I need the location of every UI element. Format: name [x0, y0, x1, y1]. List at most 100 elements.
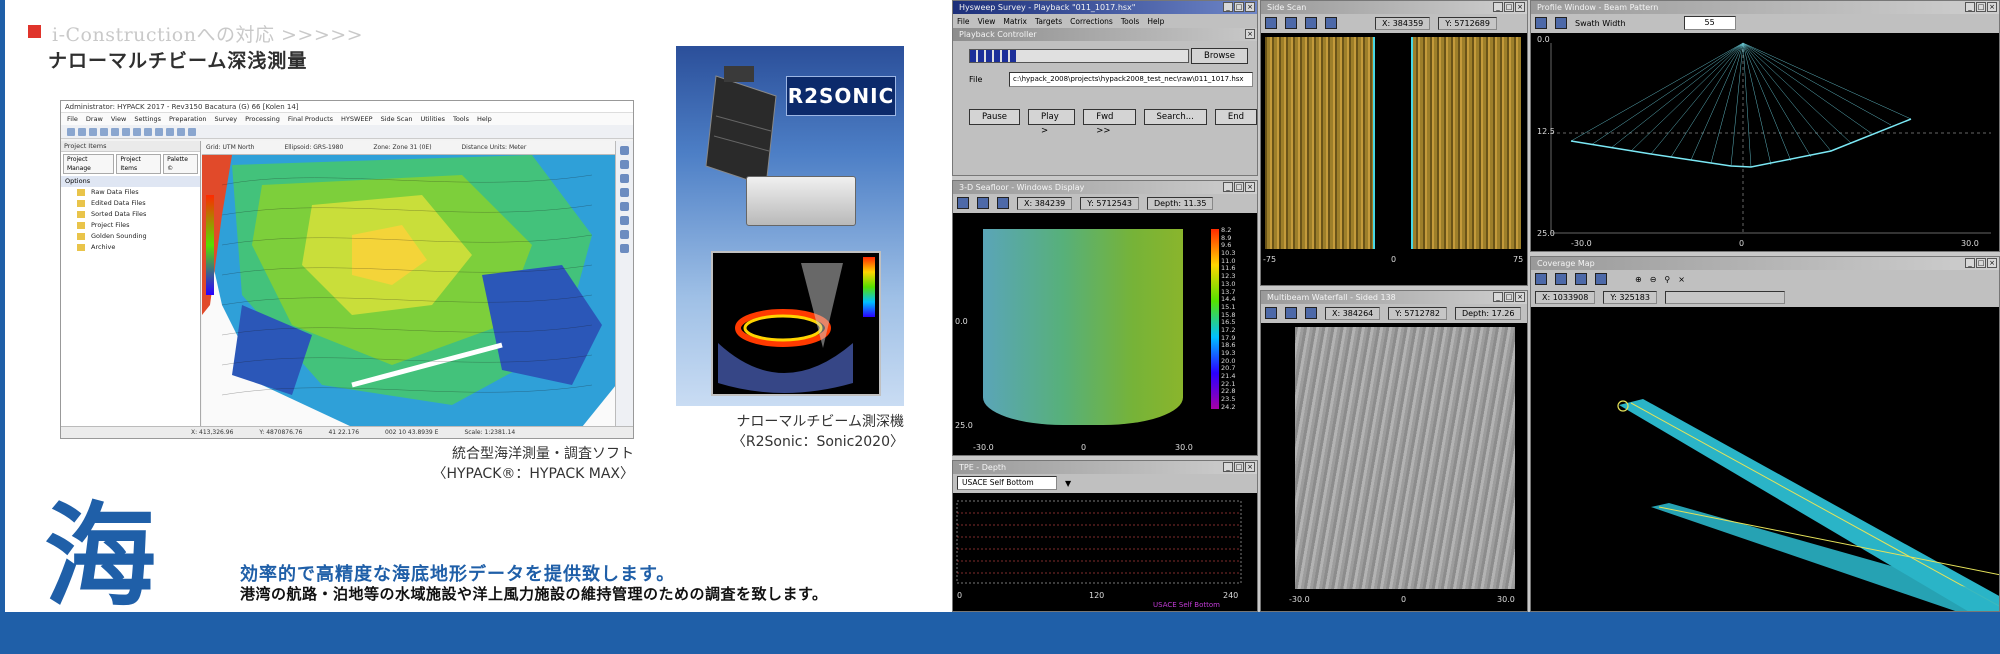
tree-item-edited-data[interactable]: Edited Data Files — [61, 198, 200, 209]
tool-icon[interactable] — [1265, 307, 1277, 319]
menu-item-utilities[interactable]: Utilities — [421, 113, 445, 125]
options-dropdown[interactable]: Options — [61, 176, 200, 187]
zoom-in-icon[interactable]: ⊕ — [1635, 275, 1642, 284]
toolbar-icon[interactable] — [144, 127, 152, 136]
minimize-icon[interactable]: _ — [1965, 258, 1975, 268]
tree-item-sorted-data[interactable]: Sorted Data Files — [61, 209, 200, 220]
maximize-icon[interactable]: □ — [1504, 2, 1514, 12]
menu-targets[interactable]: Targets — [1035, 17, 1062, 26]
camera-icon[interactable] — [1305, 17, 1317, 29]
tab-project-items[interactable]: Project Items — [116, 154, 162, 174]
close-icon[interactable]: × — [1987, 258, 1997, 268]
menu-item-hysweep[interactable]: HYSWEEP — [341, 113, 373, 125]
tool-icon[interactable] — [1535, 17, 1547, 29]
toolbar-icon[interactable] — [166, 127, 174, 136]
menu-matrix[interactable]: Matrix — [1003, 17, 1027, 26]
menu-help[interactable]: Help — [1147, 17, 1164, 26]
tree-item-golden-sounding[interactable]: Golden Sounding — [61, 231, 200, 242]
menu-tools[interactable]: Tools — [1121, 17, 1139, 26]
menu-item-survey[interactable]: Survey — [215, 113, 238, 125]
select-icon[interactable] — [620, 188, 629, 197]
tab-palette[interactable]: Palette © — [163, 154, 198, 174]
menu-item-view[interactable]: View — [111, 113, 126, 125]
zoom-out-icon[interactable]: ⊖ — [1650, 275, 1657, 284]
coverage-plot[interactable] — [1531, 307, 1999, 611]
menu-item-side-scan[interactable]: Side Scan — [381, 113, 413, 125]
minimize-icon[interactable]: _ — [1223, 462, 1233, 472]
toolbar-icon[interactable] — [122, 127, 130, 136]
tool-icon[interactable] — [1325, 17, 1337, 29]
tpe-dropdown[interactable]: USACE Self Bottom — [957, 476, 1057, 490]
tree-item-project-files[interactable]: Project Files — [61, 220, 200, 231]
tool-icon[interactable] — [997, 197, 1009, 209]
search-icon[interactable]: ⚲ — [1664, 275, 1670, 284]
tool-icon[interactable] — [1285, 307, 1297, 319]
maximize-icon[interactable]: □ — [1504, 292, 1514, 302]
toolbar-icon[interactable] — [78, 127, 86, 136]
maximize-icon[interactable]: □ — [1234, 2, 1244, 12]
refresh-icon[interactable] — [620, 216, 629, 225]
tool-icon[interactable] — [1535, 273, 1547, 285]
toolbar-icon[interactable] — [155, 127, 163, 136]
menu-item-processing[interactable]: Processing — [245, 113, 280, 125]
tool-icon[interactable] — [977, 197, 989, 209]
browse-button[interactable]: Browse — [1191, 48, 1248, 64]
tool-icon[interactable] — [620, 244, 629, 253]
menu-item-file[interactable]: File — [67, 113, 78, 125]
close-icon[interactable]: × — [1245, 182, 1255, 192]
end-button[interactable]: End — [1214, 109, 1257, 125]
fast-forward-button[interactable]: Fwd >> — [1083, 109, 1136, 136]
menu-corrections[interactable]: Corrections — [1070, 17, 1113, 26]
chevron-down-icon[interactable]: ▼ — [1065, 479, 1071, 488]
minimize-icon[interactable]: _ — [1223, 2, 1233, 12]
seafloor-plot[interactable]: 8.2 8.9 9.6 10.3 11.0 11.6 12.3 13.0 13.7 14.4 15.… — [953, 213, 1257, 455]
minimize-icon[interactable]: _ — [1493, 292, 1503, 302]
close-icon[interactable]: × — [1987, 2, 1997, 12]
minimize-icon[interactable]: _ — [1965, 2, 1975, 12]
layers-icon[interactable] — [620, 230, 629, 239]
playback-progress-bar[interactable] — [969, 49, 1189, 63]
tool-icon[interactable] — [957, 197, 969, 209]
menu-file[interactable]: File — [957, 17, 970, 26]
profile-plot[interactable]: 0.0 12.5 25.0 -30.0 0 30.0 — [1531, 33, 1999, 251]
close-icon[interactable]: × — [1245, 2, 1255, 12]
close-icon[interactable]: × — [1515, 2, 1525, 12]
tool-icon[interactable] — [1265, 17, 1277, 29]
waterfall-plot[interactable]: -30.0 0 30.0 — [1261, 323, 1527, 611]
tool-icon[interactable] — [1595, 273, 1607, 285]
zoom-in-icon[interactable] — [620, 146, 629, 155]
toolbar-icon[interactable] — [100, 127, 108, 136]
tree-item-raw-data[interactable]: Raw Data Files — [61, 187, 200, 198]
menu-item-settings[interactable]: Settings — [134, 113, 161, 125]
sidescan-plot[interactable]: -75 0 75 — [1261, 33, 1527, 285]
tree-item-archive[interactable]: Archive — [61, 242, 200, 253]
tool-icon[interactable] — [1575, 273, 1587, 285]
menu-item-help[interactable]: Help — [477, 113, 492, 125]
tool-icon[interactable] — [1555, 273, 1567, 285]
toolbar-icon[interactable] — [133, 127, 141, 136]
tool-icon[interactable] — [1555, 17, 1567, 29]
pan-icon[interactable] — [620, 174, 629, 183]
menu-item-final-products[interactable]: Final Products — [288, 113, 333, 125]
close-icon[interactable]: × — [1245, 29, 1255, 39]
maximize-icon[interactable]: □ — [1234, 182, 1244, 192]
swath-width-field[interactable]: 55 — [1683, 16, 1736, 30]
toolbar-icon[interactable] — [67, 127, 75, 136]
maximize-icon[interactable]: □ — [1234, 462, 1244, 472]
tool-icon[interactable] — [1305, 307, 1317, 319]
tool-icon[interactable] — [1285, 17, 1297, 29]
file-path-field[interactable]: c:\hypack_2008\projects\hypack2008_test_… — [1009, 72, 1253, 87]
measure-icon[interactable] — [620, 202, 629, 211]
zoom-out-icon[interactable] — [620, 160, 629, 169]
tab-project-manage[interactable]: Project Manage — [63, 154, 115, 174]
toolbar-icon[interactable] — [188, 127, 196, 136]
menu-item-preparation[interactable]: Preparation — [169, 113, 207, 125]
pause-button[interactable]: Pause — [969, 109, 1020, 125]
toolbar-icon[interactable] — [177, 127, 185, 136]
search-button[interactable]: Search... — [1143, 109, 1207, 125]
maximize-icon[interactable]: □ — [1976, 258, 1986, 268]
toolbar-icon[interactable] — [111, 127, 119, 136]
menu-item-tools[interactable]: Tools — [453, 113, 469, 125]
maximize-icon[interactable]: □ — [1976, 2, 1986, 12]
map-window[interactable]: Grid: UTM North Ellipsoid: GRS-1980 Zone… — [202, 141, 616, 427]
